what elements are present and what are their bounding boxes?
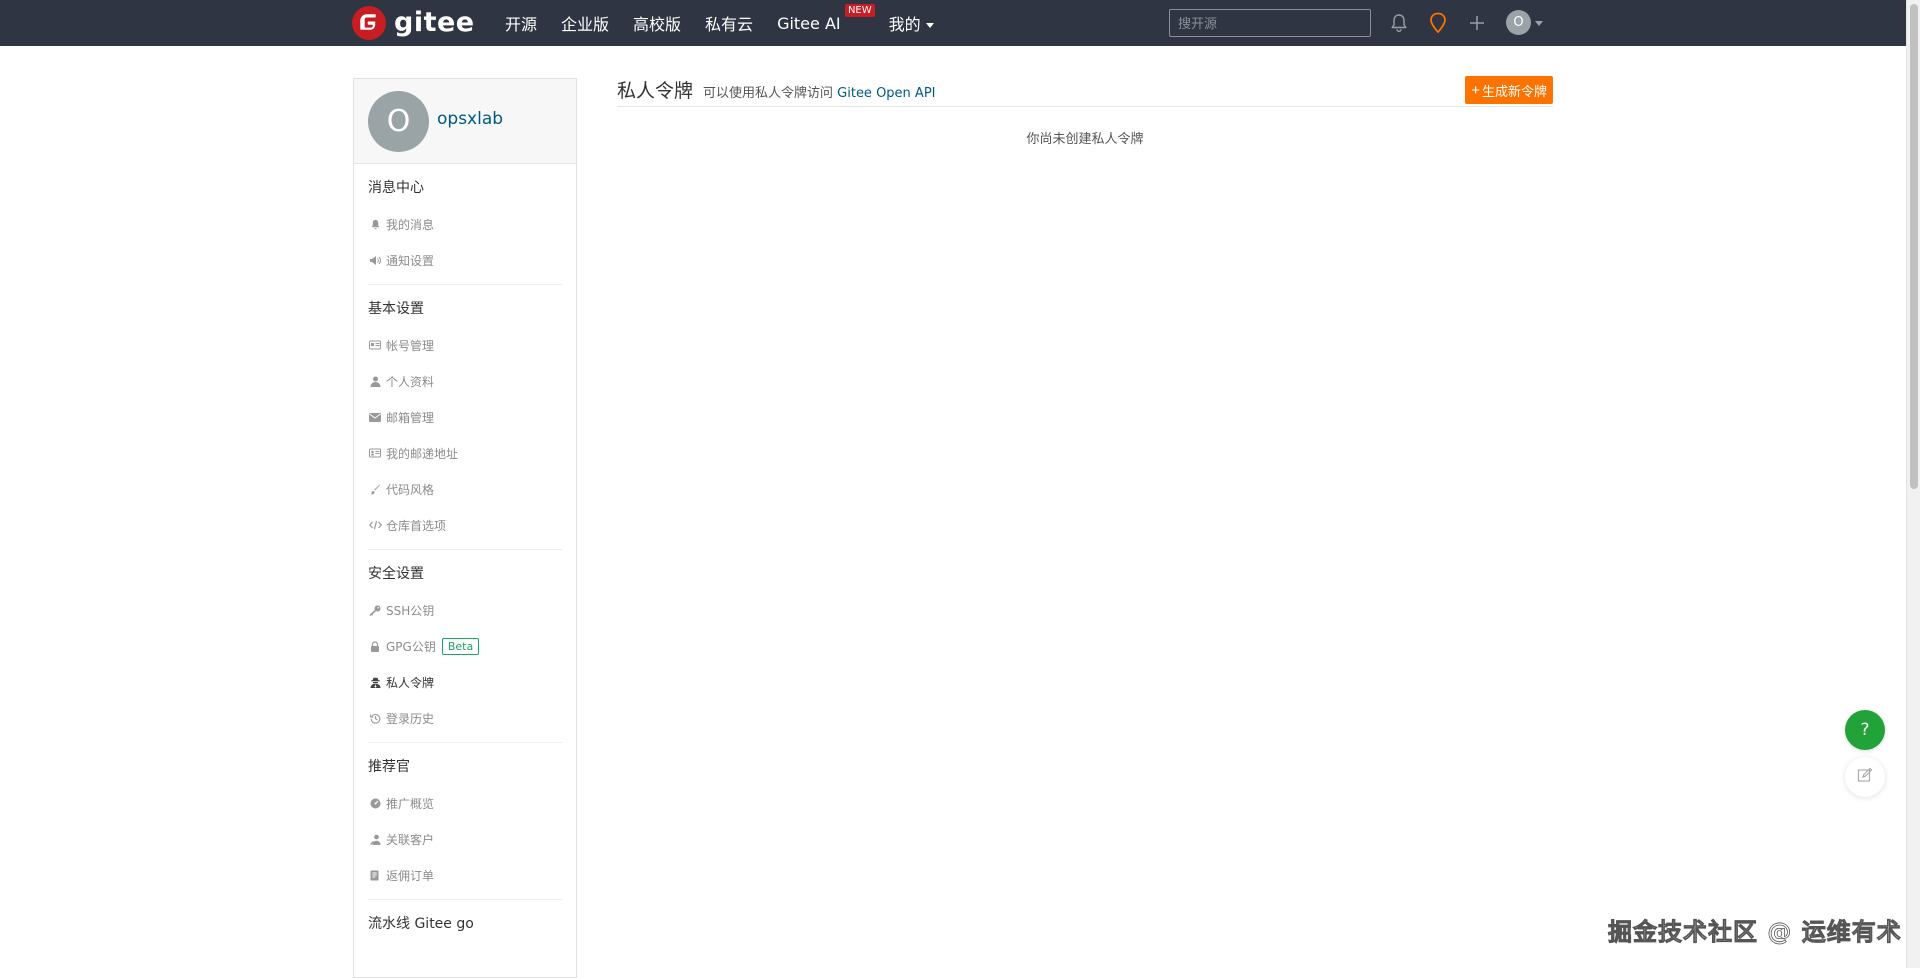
- nav-private-cloud[interactable]: 私有云: [705, 11, 753, 35]
- section-referral: 推荐官 推广概览 关联客户 返佣订单: [368, 743, 562, 900]
- code-icon: [368, 518, 382, 532]
- section-title: 推荐官: [368, 759, 410, 775]
- profile-username[interactable]: opsxlab: [437, 109, 503, 129]
- nav-mine-label: 我的: [888, 15, 921, 34]
- sidebar-item-label: 仓库首选项: [386, 518, 447, 533]
- sidebar-item-promotion-overview[interactable]: 推广概览: [368, 785, 562, 821]
- sidebar-item-private-tokens[interactable]: 私人令牌: [368, 664, 562, 700]
- bell-icon: [368, 217, 382, 231]
- user-icon: [368, 374, 382, 388]
- settings-sidebar: O opsxlab 消息中心 我的消息 通知设置 基本设置 帐号管理 个人资料 …: [353, 78, 577, 978]
- sidebar-item-my-messages[interactable]: 我的消息: [368, 206, 562, 242]
- history-icon: [368, 711, 382, 725]
- section-basic-settings: 基本设置 帐号管理 个人资料 邮箱管理 我的邮递地址 代码风格 仓库首选项: [368, 285, 562, 550]
- sidebar-item-account[interactable]: 帐号管理: [368, 327, 562, 363]
- sidebar-item-gpg-keys[interactable]: GPG公钥 Beta: [368, 628, 562, 664]
- sidebar-item-code-style[interactable]: 代码风格: [368, 471, 562, 507]
- address-card-icon: [368, 446, 382, 460]
- chevron-down-icon: [925, 23, 934, 28]
- sidebar-item-label: 我的邮递地址: [386, 446, 459, 461]
- gitee-logo-icon: [352, 6, 386, 40]
- page-title: 私人令牌: [617, 80, 694, 102]
- beta-badge: Beta: [441, 637, 480, 655]
- page-description-text: 可以使用私人令牌访问: [703, 86, 834, 101]
- user-avatar[interactable]: O: [1506, 10, 1531, 35]
- sidebar-item-label: 推广概览: [386, 796, 435, 811]
- sidebar-item-label: 关联客户: [386, 832, 435, 847]
- sidebar-item-label: 私人令牌: [386, 675, 435, 690]
- page-header: 私人令牌 可以使用私人令牌访问 Gitee Open API + 生成新令牌: [617, 74, 1553, 107]
- edit-icon: [1857, 767, 1873, 787]
- envelope-icon: [368, 410, 382, 424]
- section-messages: 消息中心 我的消息 通知设置: [368, 164, 562, 285]
- main-content: 私人令牌 可以使用私人令牌访问 Gitee Open API + 生成新令牌 你尚…: [617, 74, 1553, 147]
- page-scrollbar[interactable]: [1906, 0, 1920, 968]
- generate-token-button[interactable]: + 生成新令牌: [1465, 76, 1553, 104]
- profile-card: O opsxlab: [354, 79, 576, 164]
- gitee-logo[interactable]: gitee: [352, 6, 475, 40]
- avatar-chevron-down-icon[interactable]: [1535, 21, 1543, 26]
- profile-avatar[interactable]: O: [368, 91, 429, 152]
- user-secret-icon: [368, 675, 382, 689]
- new-badge: NEW: [844, 3, 875, 17]
- sidebar-item-notification-settings[interactable]: 通知设置: [368, 242, 562, 278]
- sidebar-item-linked-customers[interactable]: 关联客户: [368, 821, 562, 857]
- sidebar-item-label: 返佣订单: [386, 868, 435, 883]
- sidebar-item-email[interactable]: 邮箱管理: [368, 399, 562, 435]
- section-security-settings: 安全设置 SSH公钥 GPG公钥 Beta 私人令牌 登录历史: [368, 550, 562, 743]
- user-link-icon: [368, 832, 382, 846]
- nav-enterprise[interactable]: 企业版: [561, 11, 609, 35]
- watermark: 掘金技术社区 @ 运维有术: [1608, 918, 1902, 947]
- page-description: 可以使用私人令牌访问 Gitee Open API: [703, 82, 936, 101]
- sidebar-item-label: SSH公钥: [386, 603, 435, 618]
- sidebar-item-label: 帐号管理: [386, 338, 435, 353]
- sidebar-item-login-history[interactable]: 登录历史: [368, 700, 562, 736]
- brush-icon: [368, 482, 382, 496]
- section-title: 消息中心: [368, 180, 424, 196]
- sidebar-item-profile[interactable]: 个人资料: [368, 363, 562, 399]
- gitee-logo-text: gitee: [394, 7, 475, 38]
- key-icon: [368, 603, 382, 617]
- main-nav: 开源 企业版 高校版 私有云 Gitee AI NEW 我的: [505, 0, 958, 46]
- section-title: 安全设置: [368, 566, 424, 582]
- generate-token-label: 生成新令牌: [1481, 83, 1547, 99]
- sidebar-item-label: 邮箱管理: [386, 410, 435, 425]
- bell-icon[interactable]: [1387, 11, 1411, 35]
- dashboard-icon: [368, 796, 382, 810]
- section-title-pipeline[interactable]: 流水线 Gitee go: [368, 912, 562, 936]
- nav-gitee-ai-label: Gitee AI: [777, 13, 841, 33]
- sidebar-item-label: 我的消息: [386, 217, 435, 232]
- sidebar-item-ssh-keys[interactable]: SSH公钥: [368, 592, 562, 628]
- top-navbar: gitee 开源 企业版 高校版 私有云 Gitee AINEW 我的 O: [0, 0, 1906, 46]
- help-button[interactable]: ?: [1845, 710, 1885, 750]
- search-input[interactable]: [1169, 9, 1371, 37]
- nav-education[interactable]: 高校版: [633, 11, 681, 35]
- sidebar-item-label: 登录历史: [386, 711, 435, 726]
- section-title: 基本设置: [368, 301, 424, 317]
- sidebar-item-mailing-address[interactable]: 我的邮递地址: [368, 435, 562, 471]
- sidebar-item-label: 代码风格: [386, 482, 435, 497]
- plus-icon[interactable]: [1465, 11, 1489, 35]
- sidebar-item-repo-preferences[interactable]: 仓库首选项: [368, 507, 562, 543]
- scrollbar-thumb[interactable]: [1910, 4, 1918, 489]
- sidebar-item-commission-orders[interactable]: 返佣订单: [368, 857, 562, 893]
- section-pipeline: 流水线 Gitee go: [368, 900, 562, 948]
- id-card-icon: [368, 338, 382, 352]
- nav-open-source[interactable]: 开源: [505, 11, 537, 35]
- sidebar-item-label: GPG公钥: [386, 639, 436, 654]
- sidebar-item-label: 个人资料: [386, 374, 435, 389]
- nav-gitee-ai[interactable]: Gitee AI NEW: [777, 3, 875, 33]
- nav-mine-dropdown[interactable]: 我的: [889, 11, 934, 35]
- lock-icon: [368, 639, 382, 653]
- sidebar-item-label: 通知设置: [386, 253, 435, 268]
- open-api-link[interactable]: Gitee Open API: [837, 86, 935, 101]
- feedback-button[interactable]: [1845, 757, 1885, 797]
- empty-state-text: 你尚未创建私人令牌: [1026, 132, 1144, 147]
- order-icon: [368, 868, 382, 882]
- map-pin-icon[interactable]: [1426, 11, 1450, 35]
- megaphone-icon: [368, 253, 382, 267]
- plus-icon: +: [1471, 81, 1480, 99]
